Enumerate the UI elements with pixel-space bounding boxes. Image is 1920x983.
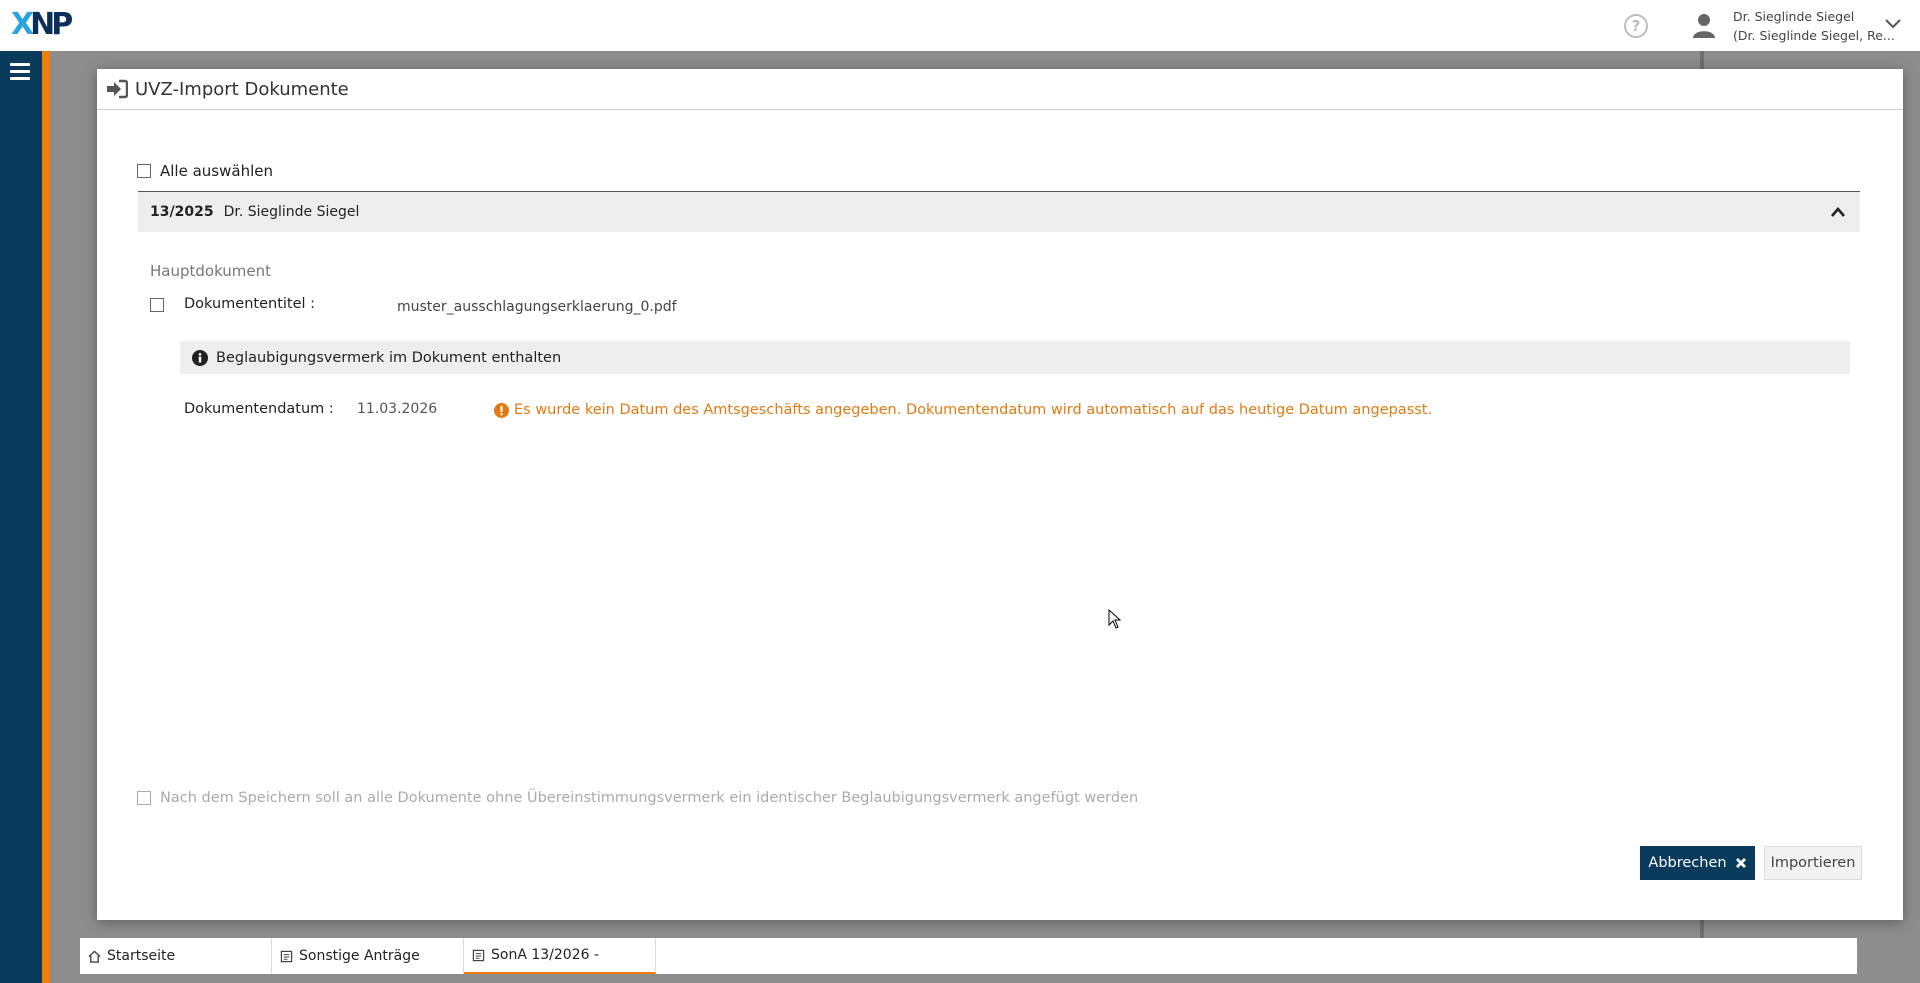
document-icon bbox=[280, 950, 293, 962]
append-certification-checkbox[interactable] bbox=[137, 791, 151, 805]
logo-x: X bbox=[11, 7, 34, 42]
user-name-line2: (Dr. Sieglinde Siegel, Re... bbox=[1733, 28, 1895, 43]
date-warning-text: Es wurde kein Datum des Amtsgeschäfts an… bbox=[514, 402, 1433, 418]
certification-info-text: Beglaubigungsvermerk im Dokument enthalt… bbox=[216, 349, 562, 366]
user-icon[interactable] bbox=[1691, 12, 1717, 38]
tab-label: Startseite bbox=[107, 948, 176, 964]
document-title-value: muster_ausschlagungserklaerung_0.pdf bbox=[397, 299, 677, 315]
hamburger-menu-icon[interactable] bbox=[10, 63, 30, 81]
select-all-checkbox[interactable] bbox=[137, 164, 151, 178]
home-icon bbox=[88, 949, 101, 963]
tab-label: SonA 13/2026 - bbox=[491, 947, 600, 963]
chevron-down-icon[interactable] bbox=[1884, 17, 1902, 31]
warning-icon bbox=[494, 402, 509, 418]
close-icon bbox=[1735, 858, 1746, 868]
select-all-label[interactable]: Alle auswählen bbox=[160, 162, 273, 180]
sign-in-icon bbox=[107, 79, 128, 99]
mouse-cursor-icon bbox=[1108, 609, 1122, 629]
dialog-title: UVZ-Import Dokumente bbox=[135, 78, 349, 100]
side-nav-rail bbox=[0, 51, 42, 983]
document-date-row: Dokumentendatum : 11.03.2026 Es wurde ke… bbox=[184, 401, 1834, 423]
tab-sona-13-2026[interactable]: SonA 13/2026 - bbox=[464, 938, 656, 974]
document-date-label: Dokumentendatum : bbox=[184, 401, 334, 417]
group-owner-name: Dr. Sieglinde Siegel bbox=[223, 204, 360, 220]
help-icon[interactable]: ? bbox=[1624, 14, 1648, 38]
document-title-label: Dokumententitel : bbox=[184, 296, 316, 312]
document-date-value: 11.03.2026 bbox=[357, 401, 438, 417]
user-name[interactable]: Dr. Sieglinde Siegel (Dr. Sieglinde Sieg… bbox=[1733, 7, 1895, 45]
document-group-header[interactable]: 13/2025 Dr. Sieglinde Siegel bbox=[138, 191, 1860, 232]
document-icon bbox=[472, 949, 485, 961]
group-number: 13/2025 bbox=[150, 204, 214, 220]
append-certification-option: Nach dem Speichern soll an alle Dokument… bbox=[137, 790, 1138, 806]
info-icon bbox=[192, 349, 208, 366]
import-button[interactable]: Importieren bbox=[1764, 846, 1862, 880]
append-certification-label: Nach dem Speichern soll an alle Dokument… bbox=[160, 790, 1139, 806]
side-nav-accent bbox=[42, 51, 50, 983]
document-checkbox[interactable] bbox=[150, 298, 164, 312]
main-document-heading: Hauptdokument bbox=[150, 262, 272, 280]
tab-startseite[interactable]: Startseite bbox=[80, 938, 272, 974]
cancel-button[interactable]: Abbrechen bbox=[1640, 846, 1755, 880]
bottom-tab-bar: Startseite Sonstige Anträge SonA 13/2026… bbox=[80, 938, 1857, 974]
certification-info-bar: Beglaubigungsvermerk im Dokument enthalt… bbox=[180, 341, 1850, 374]
cancel-button-label: Abbrechen bbox=[1648, 855, 1727, 871]
uvz-import-dialog: UVZ-Import Dokumente Alle auswählen 13/2… bbox=[97, 69, 1903, 920]
select-all[interactable]: Alle auswählen bbox=[137, 162, 273, 180]
date-warning: Es wurde kein Datum des Amtsgeschäfts an… bbox=[494, 402, 1432, 418]
logo-np: NP bbox=[30, 7, 73, 42]
app-logo[interactable]: X NP bbox=[11, 7, 73, 42]
tab-sonstige-antraege[interactable]: Sonstige Anträge bbox=[272, 938, 464, 974]
document-row: Dokumententitel : muster_ausschlagungser… bbox=[150, 296, 1850, 318]
dialog-header: UVZ-Import Dokumente bbox=[97, 69, 1903, 110]
user-name-line1: Dr. Sieglinde Siegel bbox=[1733, 9, 1855, 24]
top-bar: X NP ? Dr. Sieglinde Siegel (Dr. Sieglind… bbox=[0, 0, 1920, 51]
chevron-up-icon[interactable] bbox=[1830, 205, 1846, 219]
tab-label: Sonstige Anträge bbox=[299, 948, 420, 964]
